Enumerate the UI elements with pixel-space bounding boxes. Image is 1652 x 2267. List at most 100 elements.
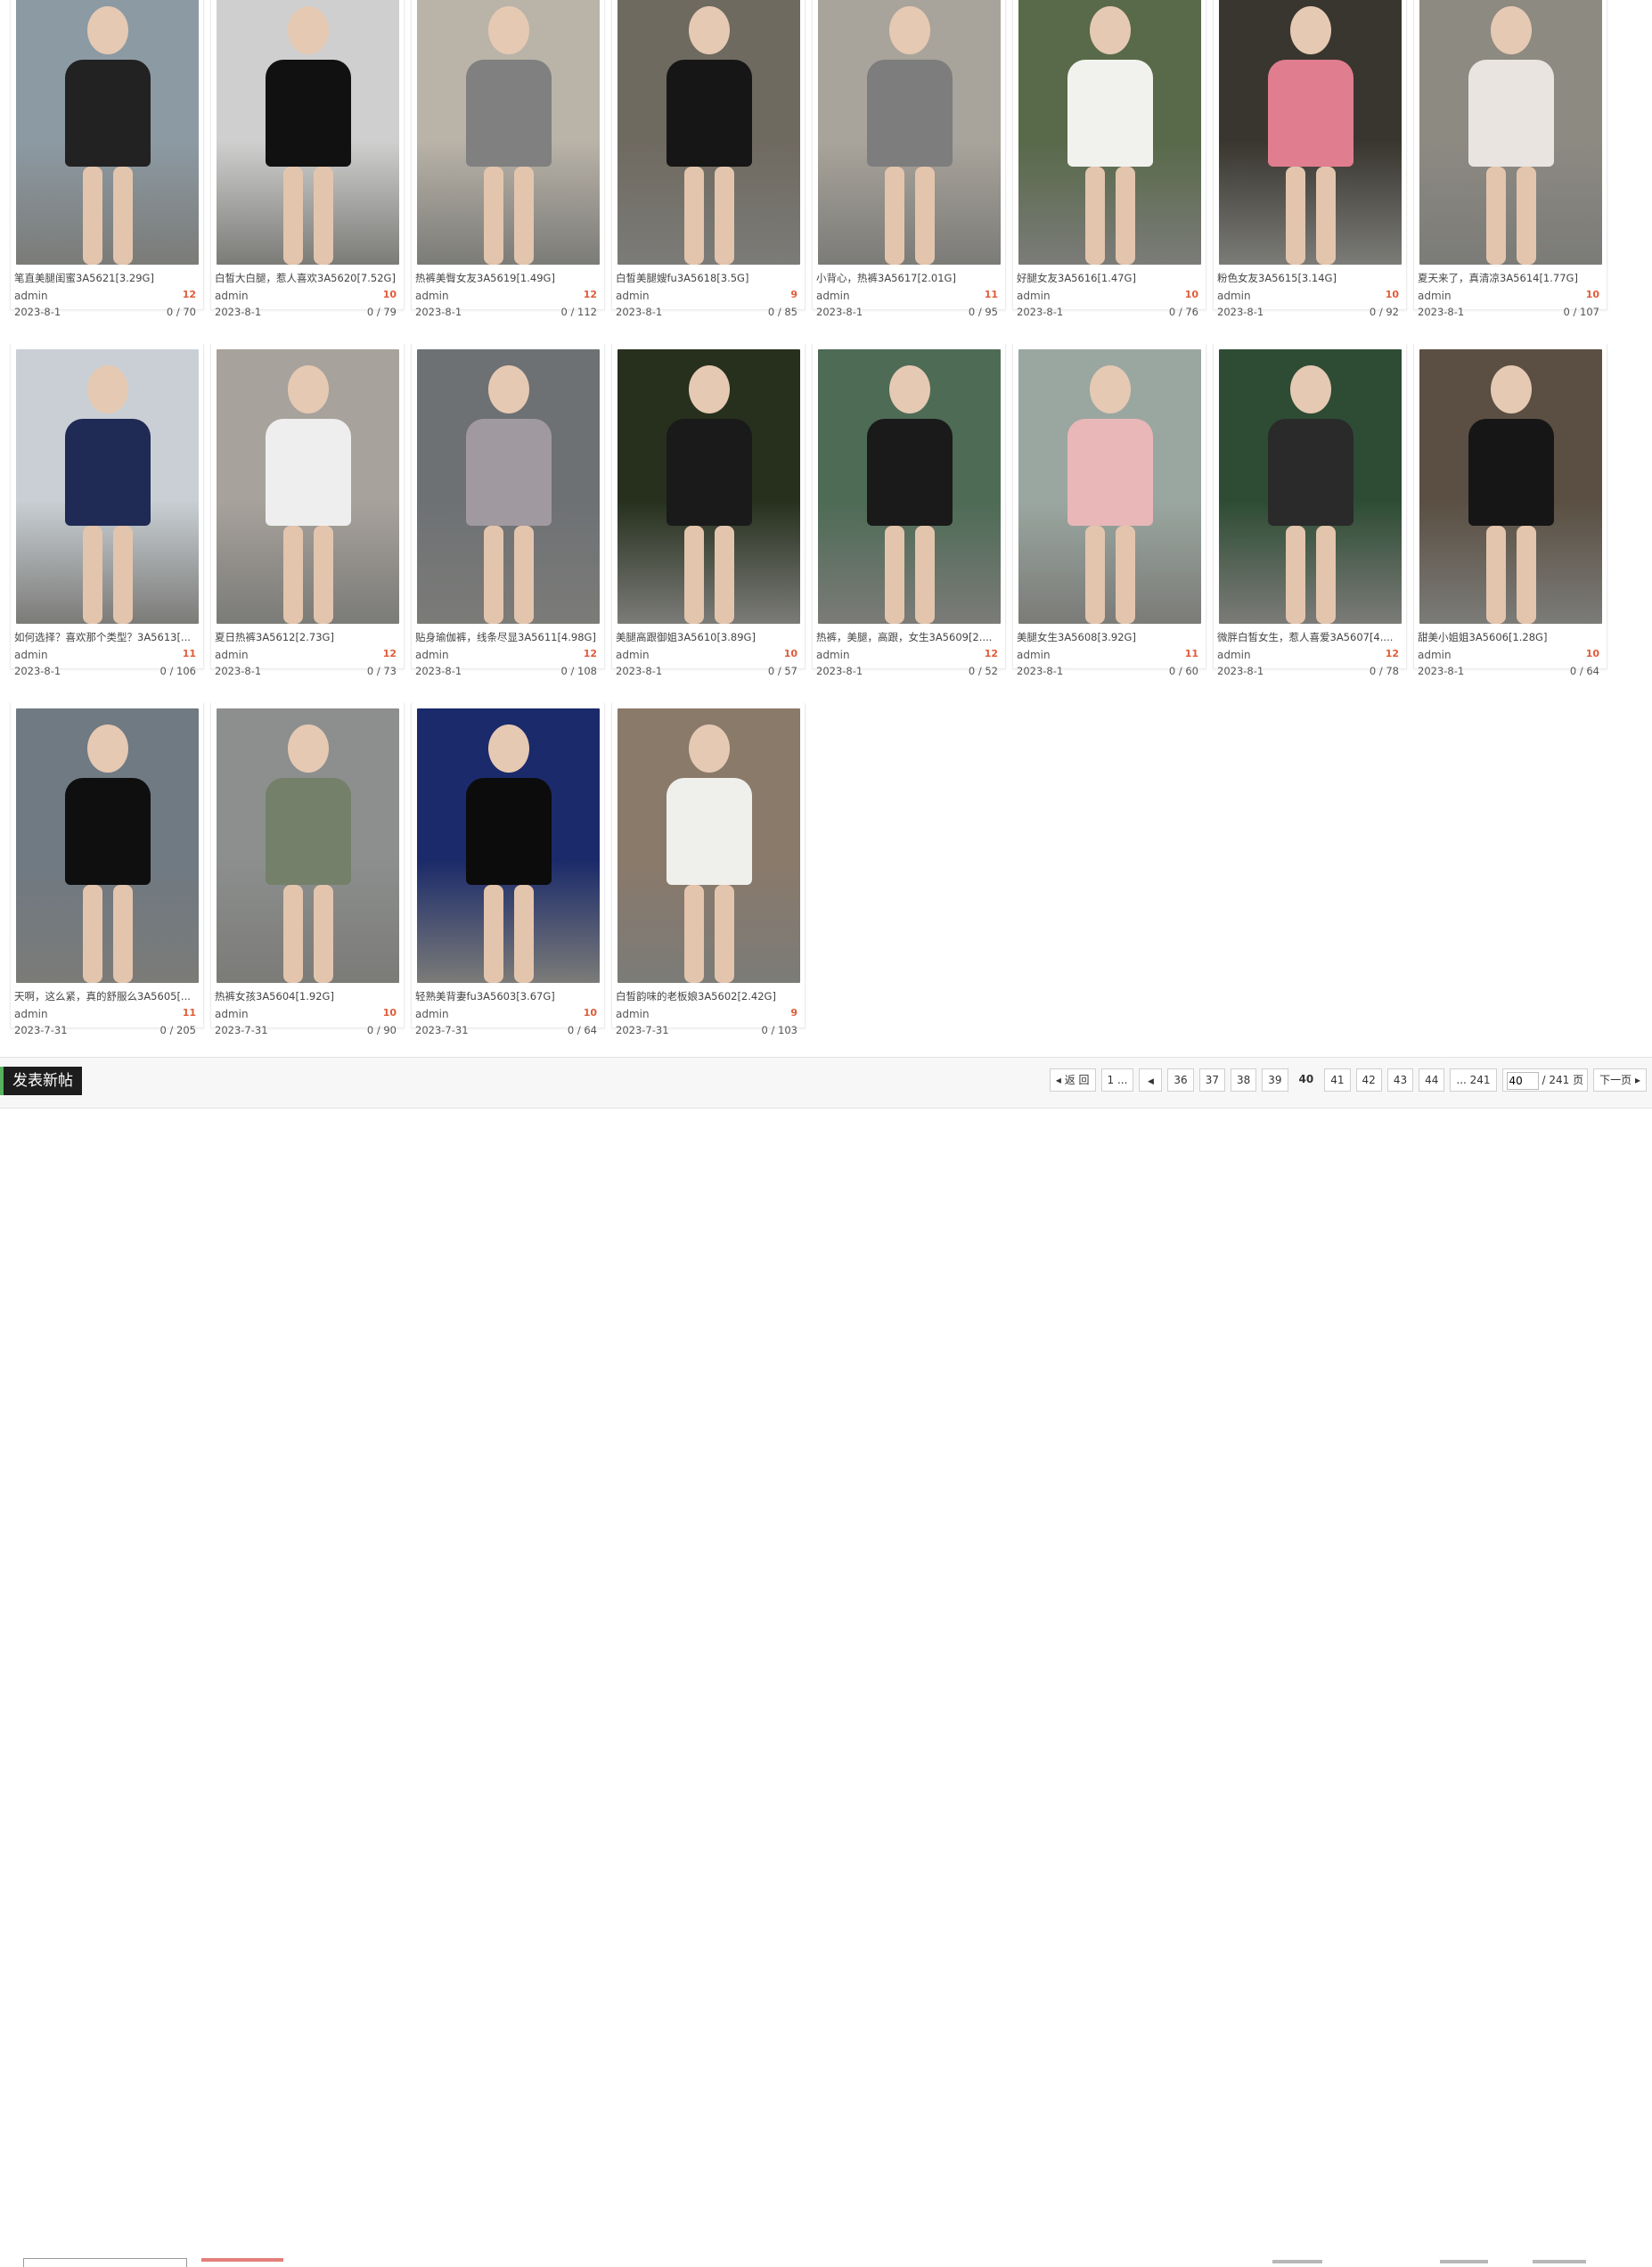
thread-author[interactable]: admin: [415, 290, 449, 302]
page-link-44[interactable]: 44: [1419, 1068, 1445, 1092]
thread-thumbnail[interactable]: [217, 349, 399, 624]
thread-title[interactable]: 热裤女孩3A5604[1.92G]: [215, 989, 402, 1003]
thread-card[interactable]: 贴身瑜伽裤，线条尽显3A5611[4.98G] admin 12 2023-8-1 0 …: [411, 344, 605, 677]
footer-link[interactable]: [1440, 2260, 1488, 2263]
thread-thumbnail[interactable]: [217, 0, 399, 265]
thread-thumbnail[interactable]: [1219, 349, 1402, 624]
prev-page-button[interactable]: ◀: [1139, 1068, 1163, 1092]
thread-author[interactable]: admin: [616, 1008, 650, 1020]
thread-title[interactable]: 轻熟美背妻fu3A5603[3.67G]: [415, 989, 602, 1003]
thread-author[interactable]: admin: [14, 290, 48, 302]
thread-author[interactable]: admin: [616, 649, 650, 661]
footer-link[interactable]: [1272, 2260, 1322, 2263]
thread-thumbnail[interactable]: [617, 349, 800, 624]
thread-title[interactable]: 如何选择？喜欢那个类型？3A5613[...: [14, 630, 201, 644]
thread-card[interactable]: 热裤女孩3A5604[1.92G] admin 10 2023-7-31 0 / 90: [210, 703, 405, 1036]
thread-author[interactable]: admin: [816, 290, 850, 302]
footer-vip-link[interactable]: [201, 2258, 283, 2262]
page-link-38[interactable]: 38: [1230, 1068, 1257, 1092]
thread-card[interactable]: 甜美小姐姐3A5606[1.28G] admin 10 2023-8-1 0 / 64: [1413, 344, 1607, 677]
first-page-link[interactable]: 1 ...: [1100, 1068, 1134, 1092]
thread-title[interactable]: 夏日热裤3A5612[2.73G]: [215, 630, 402, 644]
thread-thumbnail[interactable]: [417, 349, 600, 624]
thread-author[interactable]: admin: [616, 290, 650, 302]
thread-title[interactable]: 白皙大白腿，惹人喜欢3A5620[7.52G]: [215, 271, 402, 285]
thread-author[interactable]: admin: [1017, 290, 1051, 302]
thread-author[interactable]: admin: [1418, 649, 1452, 661]
page-link-41[interactable]: 41: [1324, 1068, 1351, 1092]
page-jump-input[interactable]: [1506, 1072, 1539, 1090]
thread-title[interactable]: 美腿高跟御姐3A5610[3.89G]: [616, 630, 803, 644]
thread-author[interactable]: admin: [415, 1008, 449, 1020]
thread-card[interactable]: 美腿女生3A5608[3.92G] admin 11 2023-8-1 0 / 60: [1012, 344, 1206, 677]
next-page-button[interactable]: 下一页 ▸: [1593, 1068, 1647, 1092]
thread-author[interactable]: admin: [816, 649, 850, 661]
thread-card[interactable]: 热裤美臀女友3A5619[1.49G] admin 12 2023-8-1 0 / 11…: [411, 0, 605, 318]
thread-author[interactable]: admin: [14, 1008, 48, 1020]
thread-author[interactable]: admin: [215, 1008, 249, 1020]
thread-thumbnail[interactable]: [617, 708, 800, 983]
thread-card[interactable]: 美腿高跟御姐3A5610[3.89G] admin 10 2023-8-1 0 / 57: [611, 344, 806, 677]
thread-thumbnail[interactable]: [818, 349, 1001, 624]
thread-title[interactable]: 天啊，这么紧，真的舒服么3A5605[...: [14, 989, 201, 1003]
thread-author[interactable]: admin: [14, 649, 48, 661]
thread-thumbnail[interactable]: [417, 0, 600, 265]
thread-card[interactable]: 夏天来了，真清凉3A5614[1.77G] admin 10 2023-8-1 0 / …: [1413, 0, 1607, 318]
thread-card[interactable]: 白皙美腿嫂fu3A5618[3.5G] admin 9 2023-8-1 0 / 85: [611, 0, 806, 318]
thread-author[interactable]: admin: [215, 290, 249, 302]
thread-thumbnail[interactable]: [16, 349, 199, 624]
thread-title[interactable]: 好腿女友3A5616[1.47G]: [1017, 271, 1204, 285]
page-link-42[interactable]: 42: [1355, 1068, 1382, 1092]
thread-title[interactable]: 笔直美腿闺蜜3A5621[3.29G]: [14, 271, 201, 285]
thread-card[interactable]: 天啊，这么紧，真的舒服么3A5605[... admin 11 2023-7-31 0 …: [10, 703, 204, 1036]
last-page-link[interactable]: ... 241: [1450, 1068, 1497, 1092]
thread-title[interactable]: 热裤，美腿，高跟，女生3A5609[2....: [816, 630, 1003, 644]
thread-thumbnail[interactable]: [217, 708, 399, 983]
page-link-36[interactable]: 36: [1167, 1068, 1194, 1092]
thread-title[interactable]: 微胖白皙女生，惹人喜爱3A5607[4....: [1217, 630, 1404, 644]
thread-thumbnail[interactable]: [1219, 0, 1402, 265]
thread-card[interactable]: 小背心，热裤3A5617[2.01G] admin 11 2023-8-1 0 / 95: [812, 0, 1006, 318]
thread-thumbnail[interactable]: [1419, 349, 1602, 624]
thread-card[interactable]: 好腿女友3A5616[1.47G] admin 10 2023-8-1 0 / 76: [1012, 0, 1206, 318]
new-post-button[interactable]: 发表新帖: [0, 1067, 82, 1095]
thread-title[interactable]: 粉色女友3A5615[3.14G]: [1217, 271, 1404, 285]
thread-title[interactable]: 美腿女生3A5608[3.92G]: [1017, 630, 1204, 644]
thread-card[interactable]: 轻熟美背妻fu3A5603[3.67G] admin 10 2023-7-31 0 / …: [411, 703, 605, 1036]
thread-thumbnail[interactable]: [417, 708, 600, 983]
thread-thumbnail[interactable]: [818, 0, 1001, 265]
page-link-39[interactable]: 39: [1262, 1068, 1288, 1092]
thread-title[interactable]: 夏天来了，真清凉3A5614[1.77G]: [1418, 271, 1605, 285]
thread-thumbnail[interactable]: [16, 0, 199, 265]
thread-title[interactable]: 白皙美腿嫂fu3A5618[3.5G]: [616, 271, 803, 285]
page-link-43[interactable]: 43: [1386, 1068, 1414, 1092]
thread-title[interactable]: 贴身瑜伽裤，线条尽显3A5611[4.98G]: [415, 630, 602, 644]
thread-thumbnail[interactable]: [1419, 0, 1602, 265]
thread-card[interactable]: 粉色女友3A5615[3.14G] admin 10 2023-8-1 0 / 92: [1213, 0, 1407, 318]
page-link-37[interactable]: 37: [1198, 1068, 1225, 1092]
thread-author[interactable]: admin: [415, 649, 449, 661]
back-button[interactable]: ◂ 返 回: [1049, 1068, 1096, 1092]
thread-card[interactable]: 微胖白皙女生，惹人喜爱3A5607[4.... admin 12 2023-8-1 0 …: [1213, 344, 1407, 677]
thread-author[interactable]: admin: [1217, 290, 1251, 302]
thread-title[interactable]: 白皙韵味的老板娘3A5602[2.42G]: [616, 989, 803, 1003]
thread-thumbnail[interactable]: [617, 0, 800, 265]
thread-card[interactable]: 白皙韵味的老板娘3A5602[2.42G] admin 9 2023-7-31 0 / …: [611, 703, 806, 1036]
thread-title[interactable]: 热裤美臀女友3A5619[1.49G]: [415, 271, 602, 285]
thread-card[interactable]: 白皙大白腿，惹人喜欢3A5620[7.52G] admin 10 2023-8-1 0 …: [210, 0, 405, 318]
thread-card[interactable]: 如何选择？喜欢那个类型？3A5613[... admin 11 2023-8-1 0 /…: [10, 344, 204, 677]
thread-card[interactable]: 笔直美腿闺蜜3A5621[3.29G] admin 12 2023-8-1 0 / 70: [10, 0, 204, 318]
thread-author[interactable]: admin: [1017, 649, 1051, 661]
thread-date: 2023-8-1: [1017, 306, 1064, 318]
footer-link[interactable]: [1533, 2260, 1586, 2263]
thread-author[interactable]: admin: [1217, 649, 1251, 661]
thread-card[interactable]: 热裤，美腿，高跟，女生3A5609[2.... admin 12 2023-8-1 0 …: [812, 344, 1006, 677]
thread-thumbnail[interactable]: [1018, 0, 1201, 265]
thread-thumbnail[interactable]: [16, 708, 199, 983]
thread-title[interactable]: 甜美小姐姐3A5606[1.28G]: [1418, 630, 1605, 644]
thread-author[interactable]: admin: [1418, 290, 1452, 302]
thread-author[interactable]: admin: [215, 649, 249, 661]
thread-title[interactable]: 小背心，热裤3A5617[2.01G]: [816, 271, 1003, 285]
thread-thumbnail[interactable]: [1018, 349, 1201, 624]
thread-card[interactable]: 夏日热裤3A5612[2.73G] admin 12 2023-8-1 0 / 73: [210, 344, 405, 677]
